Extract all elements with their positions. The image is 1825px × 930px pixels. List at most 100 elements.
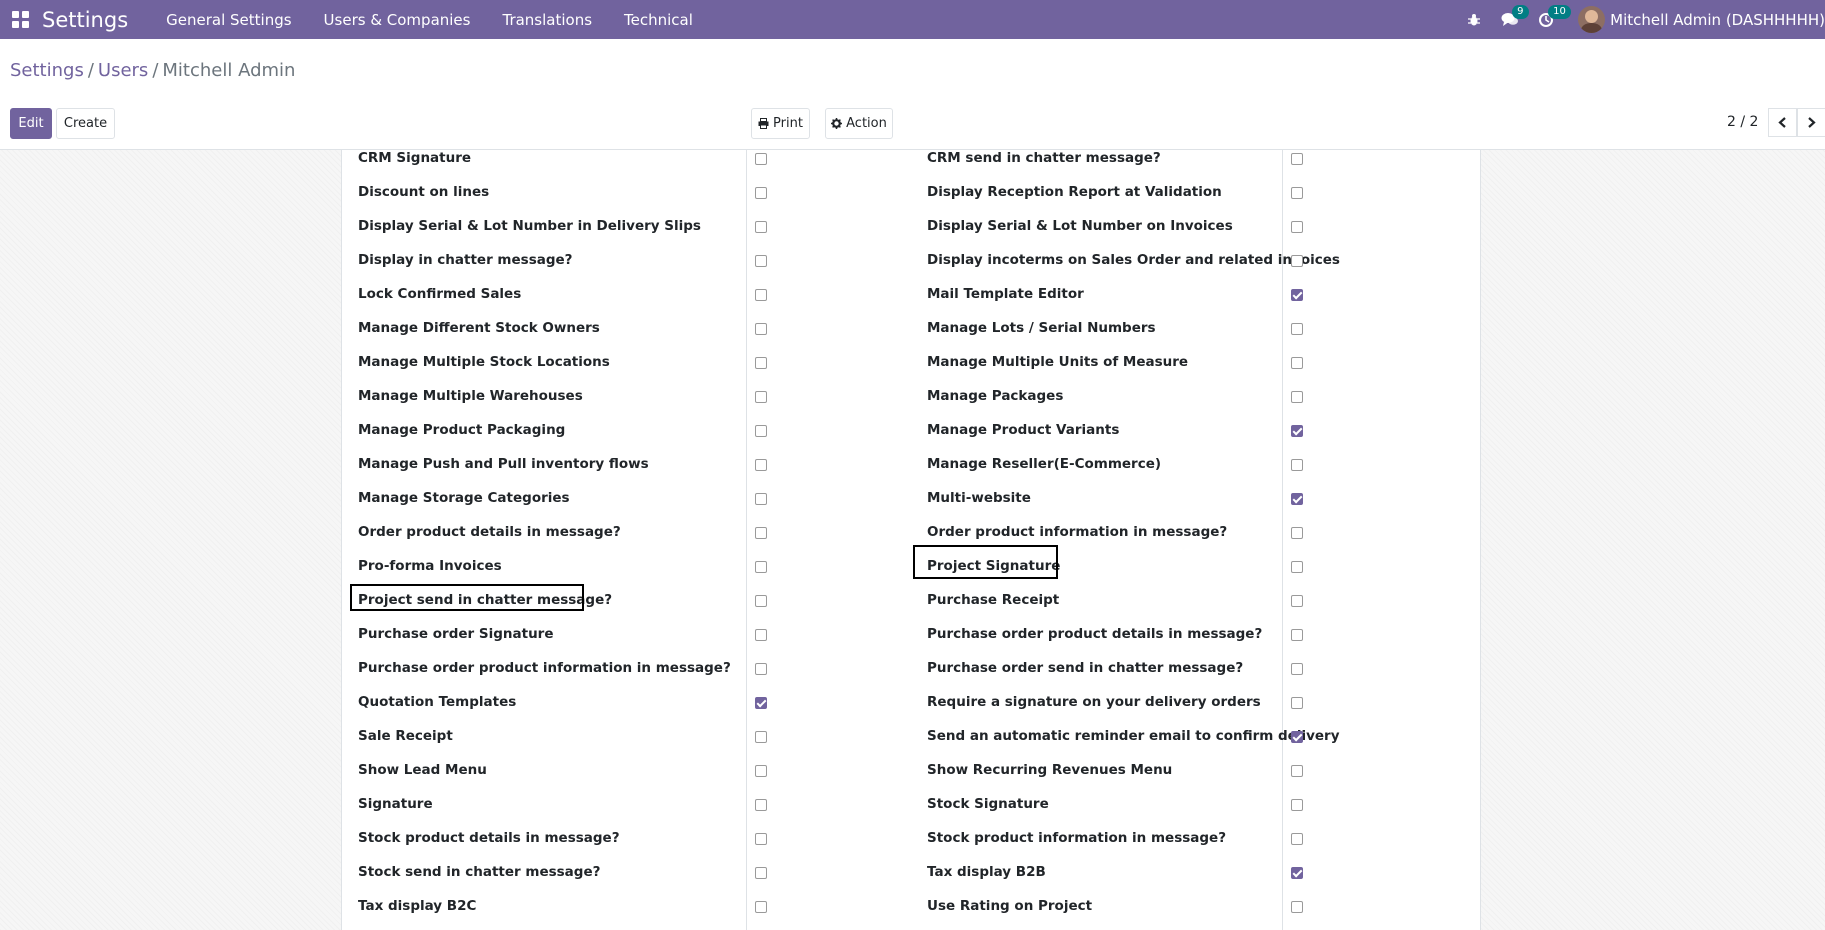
menu-users-companies[interactable]: Users & Companies — [308, 11, 487, 29]
field-label: Display in chatter message? — [358, 252, 573, 268]
field-checkbox[interactable] — [1291, 425, 1303, 437]
menu-technical[interactable]: Technical — [608, 11, 709, 29]
table-row: Signature Stock Signature — [342, 788, 1482, 822]
field-checkbox[interactable] — [755, 357, 767, 369]
user-menu[interactable]: Mitchell Admin (DASHHHHH) — [1578, 6, 1825, 33]
field-checkbox[interactable] — [755, 323, 767, 335]
menu-general-settings[interactable]: General Settings — [150, 11, 307, 29]
field-checkbox[interactable] — [755, 289, 767, 301]
field-label: Show Recurring Revenues Menu — [927, 762, 1173, 778]
field-label: Display Serial & Lot Number in Delivery … — [358, 218, 701, 234]
breadcrumb-separator: / — [152, 60, 159, 81]
field-label: CRM Signature — [358, 150, 472, 166]
field-checkbox[interactable] — [755, 391, 767, 403]
field-checkbox[interactable] — [755, 595, 767, 607]
field-checkbox[interactable] — [1291, 323, 1303, 335]
field-checkbox[interactable] — [1291, 901, 1303, 913]
top-navbar: Settings General Settings Users & Compan… — [0, 0, 1825, 39]
field-checkbox[interactable] — [1291, 493, 1303, 505]
field-checkbox[interactable] — [755, 697, 767, 709]
field-checkbox[interactable] — [1291, 459, 1303, 471]
apps-menu-icon[interactable] — [0, 0, 40, 39]
field-checkbox[interactable] — [1291, 221, 1303, 233]
field-label: Manage Push and Pull inventory flows — [358, 456, 649, 472]
field-checkbox[interactable] — [1291, 289, 1303, 301]
field-checkbox[interactable] — [1291, 867, 1303, 879]
table-row: Project send in chatter message? Purchase… — [342, 584, 1482, 618]
field-checkbox[interactable] — [1291, 629, 1303, 641]
field-checkbox[interactable] — [1291, 187, 1303, 199]
edit-button[interactable]: Edit — [10, 108, 52, 139]
field-checkbox[interactable] — [1291, 391, 1303, 403]
breadcrumb-current: Mitchell Admin — [162, 60, 296, 81]
field-label: Manage Product Packaging — [358, 422, 566, 438]
field-label: Order product details in message? — [358, 524, 621, 540]
field-checkbox[interactable] — [755, 799, 767, 811]
field-checkbox[interactable] — [755, 901, 767, 913]
field-label: Purchase order Signature — [358, 626, 554, 642]
field-checkbox[interactable] — [755, 187, 767, 199]
field-checkbox[interactable] — [755, 459, 767, 471]
create-button[interactable]: Create — [56, 108, 115, 139]
field-checkbox[interactable] — [755, 425, 767, 437]
field-checkbox[interactable] — [1291, 765, 1303, 777]
field-checkbox[interactable] — [1291, 357, 1303, 369]
chevron-right-icon — [1808, 117, 1816, 128]
table-row: Manage Storage Categories Multi-website — [342, 482, 1482, 516]
field-checkbox[interactable] — [755, 561, 767, 573]
field-label: Display Serial & Lot Number on Invoices — [927, 218, 1233, 234]
field-label: Manage Different Stock Owners — [358, 320, 600, 336]
field-label: Manage Reseller(E-Commerce) — [927, 456, 1162, 472]
chat-messages-icon[interactable]: 9 — [1492, 0, 1529, 39]
field-checkbox[interactable] — [755, 153, 767, 165]
field-checkbox[interactable] — [1291, 799, 1303, 811]
field-checkbox[interactable] — [755, 867, 767, 879]
field-checkbox[interactable] — [1291, 153, 1303, 165]
table-row: Show Lead Menu Show Recurring Revenues Me… — [342, 754, 1482, 788]
menu-translations[interactable]: Translations — [486, 11, 608, 29]
field-label: Send an automatic reminder email to conf… — [927, 728, 1340, 744]
field-checkbox[interactable] — [755, 663, 767, 675]
field-checkbox[interactable] — [755, 833, 767, 845]
field-label: Stock product details in message? — [358, 830, 620, 846]
table-row: Sale Receipt Send an automatic reminder e… — [342, 720, 1482, 754]
field-label: Manage Multiple Stock Locations — [358, 354, 610, 370]
table-row: Stock product details in message? Stock p… — [342, 822, 1482, 856]
action-button[interactable]: Action — [825, 108, 893, 139]
field-checkbox[interactable] — [755, 221, 767, 233]
field-checkbox[interactable] — [1291, 833, 1303, 845]
field-checkbox[interactable] — [755, 255, 767, 267]
field-label: Use Rating on Project — [927, 898, 1093, 914]
debug-bug-icon[interactable] — [1456, 0, 1492, 39]
pager-next-button[interactable] — [1797, 108, 1825, 137]
print-button[interactable]: Print — [751, 108, 810, 139]
field-checkbox[interactable] — [1291, 595, 1303, 607]
field-checkbox[interactable] — [1291, 731, 1303, 743]
table-row: Tax display B2C Use Rating on Project — [342, 890, 1482, 924]
field-label: CRM send in chatter message? — [927, 150, 1161, 166]
breadcrumb-users[interactable]: Users — [98, 60, 148, 81]
field-checkbox[interactable] — [755, 527, 767, 539]
pager-previous-button[interactable] — [1768, 108, 1797, 137]
table-row: Lock Confirmed Sales Mail Template Editor — [342, 278, 1482, 312]
table-row: Order product details in message? Order p… — [342, 516, 1482, 550]
field-label: Purchase order product details in messag… — [927, 626, 1263, 642]
breadcrumb-settings[interactable]: Settings — [10, 60, 84, 81]
field-checkbox[interactable] — [755, 731, 767, 743]
field-label: Display Reception Report at Validation — [927, 184, 1222, 200]
app-title[interactable]: Settings — [42, 8, 128, 32]
field-checkbox[interactable] — [1291, 663, 1303, 675]
pager-value[interactable]: 2 / 2 — [1727, 114, 1758, 130]
field-checkbox[interactable] — [755, 493, 767, 505]
field-label: Project send in chatter message? — [358, 592, 613, 608]
field-label: Tax display B2C — [358, 898, 477, 914]
field-checkbox[interactable] — [1291, 561, 1303, 573]
field-checkbox[interactable] — [755, 765, 767, 777]
field-checkbox[interactable] — [1291, 527, 1303, 539]
activity-clock-icon[interactable]: 10 — [1528, 0, 1571, 39]
field-label: Require a signature on your delivery ord… — [927, 694, 1261, 710]
field-checkbox[interactable] — [1291, 255, 1303, 267]
field-label: Show Lead Menu — [358, 762, 487, 778]
field-checkbox[interactable] — [1291, 697, 1303, 709]
field-checkbox[interactable] — [755, 629, 767, 641]
